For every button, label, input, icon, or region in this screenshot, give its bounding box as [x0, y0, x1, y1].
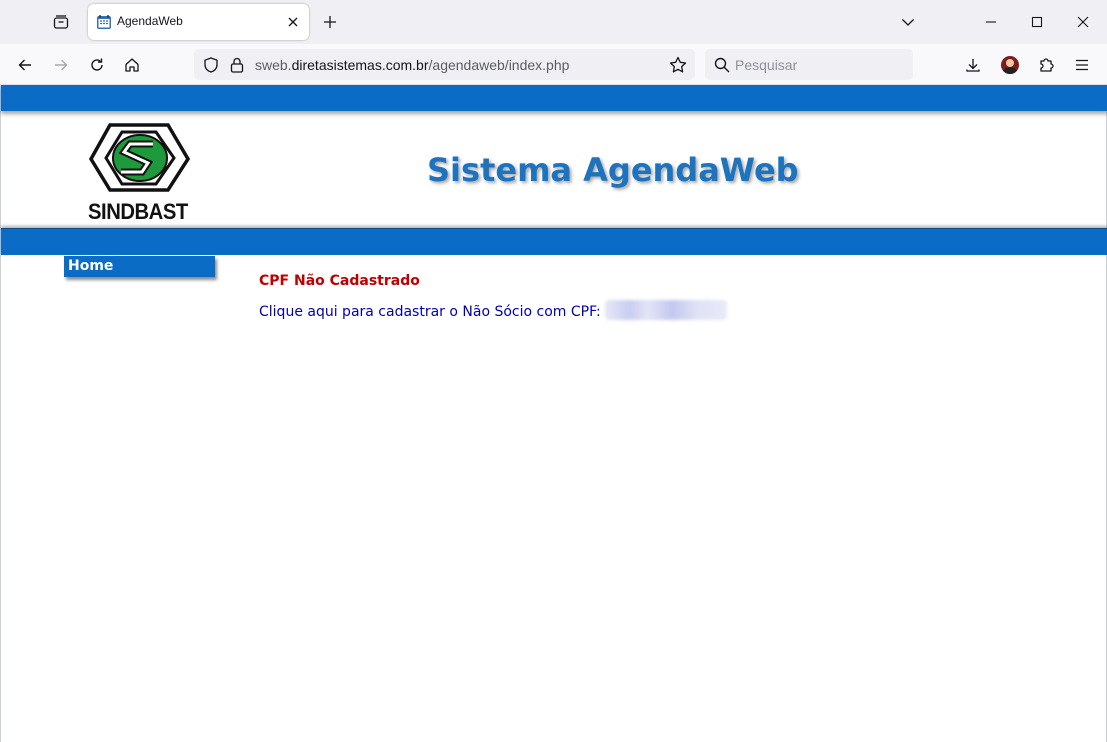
tab-agendaweb[interactable]: AgendaWeb	[88, 4, 309, 40]
header-bottom-band	[1, 228, 1107, 255]
header-top-band	[1, 85, 1107, 111]
redacted-cpf	[604, 300, 727, 320]
arrow-left-icon[interactable]	[13, 53, 37, 77]
agendaweb-favicon-icon	[97, 15, 111, 29]
star-icon[interactable]	[668, 55, 688, 75]
address-bar[interactable]: sweb.diretasistemas.com.br/agendaweb/ind…	[194, 49, 695, 80]
maximize-icon[interactable]	[1027, 12, 1047, 32]
search-bar[interactable]	[705, 49, 913, 80]
url-domain: diretasistemas.com.br	[291, 57, 429, 73]
home-icon[interactable]	[120, 53, 144, 77]
puzzle-icon[interactable]	[1034, 53, 1058, 77]
url-text[interactable]: sweb.diretasistemas.com.br/agendaweb/ind…	[255, 57, 569, 73]
shield-icon[interactable]	[202, 56, 220, 74]
register-link-text: Clique aqui para cadastrar o Não Sócio c…	[259, 304, 601, 320]
close-icon[interactable]	[283, 12, 303, 32]
arrow-right-icon[interactable]	[49, 53, 73, 77]
register-non-member-link[interactable]: Clique aqui para cadastrar o Não Sócio c…	[259, 300, 727, 320]
tab-title: AgendaWeb	[117, 14, 183, 28]
search-icon	[714, 57, 730, 73]
download-icon[interactable]	[961, 53, 985, 77]
new-tab-plus-icon[interactable]	[320, 12, 340, 32]
chevron-down-icon[interactable]	[898, 12, 918, 32]
url-prefix: sweb.	[255, 57, 292, 73]
tab-bar: AgendaWeb	[0, 0, 1107, 44]
tab-overview-icon[interactable]	[48, 9, 74, 35]
url-path: /agendaweb/index.php	[428, 57, 570, 73]
lock-icon[interactable]	[228, 56, 246, 74]
page-title: Sistema AgendaWeb	[427, 151, 799, 189]
menu-item-home[interactable]: Home	[64, 256, 215, 277]
reload-icon[interactable]	[85, 53, 109, 77]
web-page: SINDBAST Sistema AgendaWeb Home CPF Não …	[0, 85, 1107, 742]
logo-text: SINDBAST	[88, 199, 188, 224]
navigation-toolbar: sweb.diretasistemas.com.br/agendaweb/ind…	[0, 44, 1107, 85]
account-button[interactable]	[998, 53, 1022, 77]
search-input[interactable]	[735, 54, 905, 76]
avatar	[1001, 56, 1019, 74]
hamburger-menu-icon[interactable]	[1070, 53, 1094, 77]
error-message: CPF Não Cadastrado	[259, 273, 420, 289]
minimize-icon[interactable]	[981, 12, 1001, 32]
close-window-icon[interactable]	[1073, 12, 1093, 32]
